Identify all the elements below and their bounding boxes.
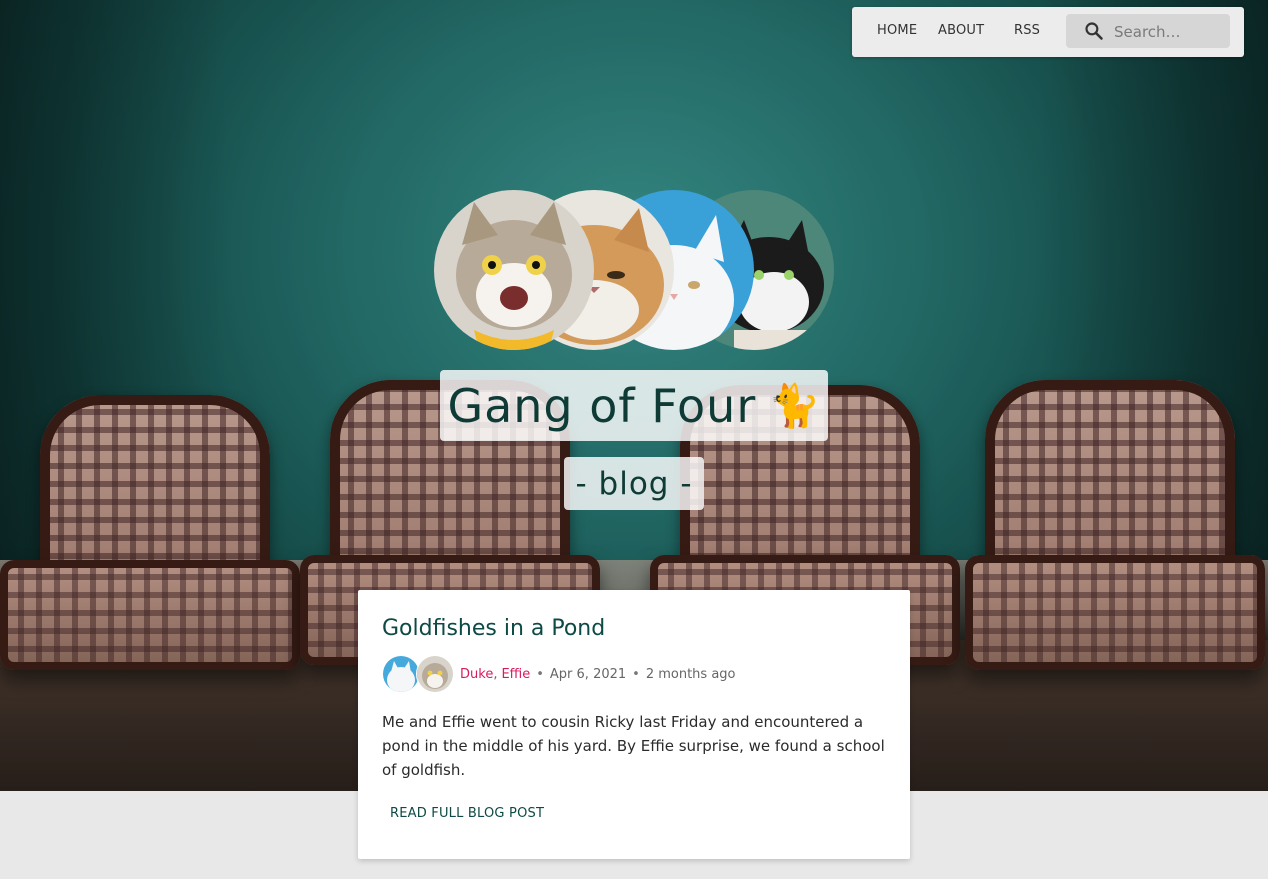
top-nav: HOME ABOUT RSS (852, 7, 1244, 57)
post-relative-time: 2 months ago (645, 666, 736, 682)
blog-title: Gang of Four (447, 378, 757, 433)
post-date: Apr 6, 2021 (549, 666, 627, 682)
blog-subtitle: - blog - (575, 465, 693, 502)
cat-emoji-icon: 🐈 (768, 380, 821, 430)
post-meta: Duke, Effie • Apr 6, 2021 • 2 months ago (382, 655, 736, 693)
meta-bullet: • (632, 666, 640, 682)
read-full-post-button[interactable]: READ FULL BLOG POST (382, 800, 552, 827)
post-excerpt: Me and Effie went to cousin Ricky last F… (382, 713, 885, 779)
blog-subtitle-box: - blog - (564, 457, 704, 510)
author-avatar-duke[interactable] (382, 655, 420, 693)
cat-avatar-tabby (434, 190, 594, 350)
meta-bullet: • (536, 666, 544, 682)
post-title[interactable]: Goldfishes in a Pond (382, 616, 605, 641)
nav-about-link[interactable]: ABOUT (938, 23, 984, 38)
search-box[interactable] (1066, 14, 1230, 50)
blog-title-box: Gang of Four 🐈 (440, 370, 828, 441)
nav-rss-link[interactable]: RSS (1014, 23, 1040, 38)
author-separator: , (493, 666, 498, 682)
nav-home-link[interactable]: HOME (877, 23, 917, 38)
author-link-duke[interactable]: Duke (460, 667, 493, 682)
post-card: Goldfishes in a Pond Duke, Effie • Apr 6,… (358, 590, 910, 859)
author-link-effie[interactable]: Effie (501, 667, 530, 682)
author-avatar-effie[interactable] (416, 655, 454, 693)
search-icon[interactable] (1084, 21, 1104, 41)
search-input[interactable] (1112, 14, 1228, 50)
